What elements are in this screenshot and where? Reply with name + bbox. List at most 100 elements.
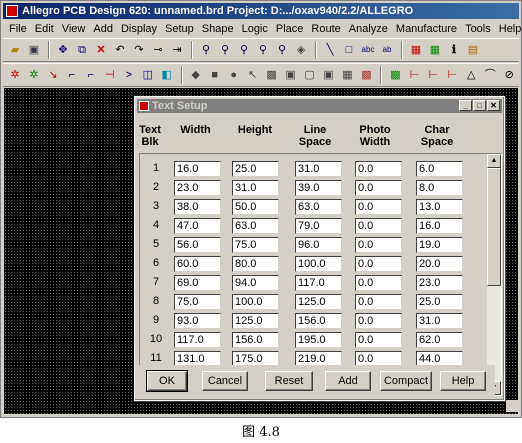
measure-icon[interactable]: ⊢ bbox=[424, 66, 442, 84]
zoom-in-icon[interactable]: ⚲ bbox=[235, 41, 253, 59]
color-icon[interactable]: ▦ bbox=[407, 41, 425, 59]
height-field[interactable]: 25.0 bbox=[232, 161, 279, 177]
shape-icon[interactable]: ◆ bbox=[187, 66, 205, 84]
menu-manufacture[interactable]: Manufacture bbox=[392, 23, 461, 35]
route-bend-icon[interactable]: ⌐ bbox=[82, 66, 100, 84]
line-space-field[interactable]: 31.0 bbox=[295, 161, 342, 177]
char-space-field[interactable]: 16.0 bbox=[416, 218, 463, 234]
height-field[interactable]: 100.0 bbox=[232, 294, 279, 310]
undo-icon[interactable]: ↶ bbox=[111, 41, 129, 59]
menu-add[interactable]: Add bbox=[89, 23, 117, 35]
photo-width-field[interactable]: 0.0 bbox=[355, 237, 402, 253]
menu-place[interactable]: Place bbox=[272, 23, 308, 35]
grid-vertical-scrollbar[interactable]: ▲ ▼ bbox=[487, 154, 501, 395]
photo-width-field[interactable]: 0.0 bbox=[355, 161, 402, 177]
open-icon[interactable]: ▰ bbox=[6, 41, 24, 59]
move-icon[interactable]: ✥ bbox=[54, 41, 72, 59]
zoom-window-icon[interactable]: ⚲ bbox=[197, 41, 215, 59]
ok-button[interactable]: OK bbox=[146, 370, 188, 392]
scroll-thumb[interactable] bbox=[487, 168, 501, 286]
line-space-field[interactable]: 39.0 bbox=[295, 180, 342, 196]
box-icon[interactable]: ▣ bbox=[320, 66, 338, 84]
matrix-icon[interactable]: ▦ bbox=[338, 66, 356, 84]
compact-button[interactable]: Compact bbox=[380, 371, 432, 391]
grid-icon[interactable]: ▩ bbox=[263, 66, 281, 84]
photo-width-field[interactable]: 0.0 bbox=[355, 199, 402, 215]
height-field[interactable]: 31.0 bbox=[232, 180, 279, 196]
pin-icon[interactable]: ⊸ bbox=[149, 41, 167, 59]
photo-width-field[interactable]: 0.0 bbox=[355, 218, 402, 234]
add-button[interactable]: Add bbox=[325, 371, 371, 391]
char-space-field[interactable]: 8.0 bbox=[416, 180, 463, 196]
char-space-field[interactable]: 23.0 bbox=[416, 275, 463, 291]
char-space-field[interactable]: 20.0 bbox=[416, 256, 463, 272]
circle-icon[interactable]: ● bbox=[225, 66, 243, 84]
3d-view-icon[interactable]: ◈ bbox=[292, 41, 310, 59]
route-line-icon[interactable]: ↘ bbox=[44, 66, 62, 84]
square-icon[interactable]: ▢ bbox=[301, 66, 319, 84]
layers-icon[interactable]: ▦ bbox=[426, 41, 444, 59]
photo-width-field[interactable]: 0.0 bbox=[355, 332, 402, 348]
photo-width-field[interactable]: 0.0 bbox=[355, 256, 402, 272]
height-field[interactable]: 50.0 bbox=[232, 199, 279, 215]
line-space-field[interactable]: 195.0 bbox=[295, 332, 342, 348]
save-icon[interactable]: ▣ bbox=[25, 41, 43, 59]
dimension-icon[interactable]: ⊢ bbox=[405, 66, 423, 84]
char-space-field[interactable]: 19.0 bbox=[416, 237, 463, 253]
route-spread-icon[interactable]: ⊣ bbox=[101, 66, 119, 84]
width-field[interactable]: 47.0 bbox=[174, 218, 221, 234]
char-space-field[interactable]: 62.0 bbox=[416, 332, 463, 348]
shape-fill-icon[interactable]: ■ bbox=[206, 66, 224, 84]
line-space-field[interactable]: 96.0 bbox=[295, 237, 342, 253]
char-space-field[interactable]: 25.0 bbox=[416, 294, 463, 310]
pattern-icon[interactable]: ▩ bbox=[357, 66, 375, 84]
curve-icon[interactable]: ⌒ bbox=[481, 66, 499, 84]
width-field[interactable]: 16.0 bbox=[174, 161, 221, 177]
photo-width-field[interactable]: 0.0 bbox=[355, 294, 402, 310]
cancel-button[interactable]: Cancel bbox=[202, 371, 248, 391]
width-field[interactable]: 56.0 bbox=[174, 237, 221, 253]
height-field[interactable]: 156.0 bbox=[232, 332, 279, 348]
menu-view[interactable]: View bbox=[58, 23, 90, 35]
slide-icon[interactable]: ✲ bbox=[25, 66, 43, 84]
dim-angle-icon[interactable]: ⊢ bbox=[443, 66, 461, 84]
zoom-out-icon[interactable]: ⚲ bbox=[254, 41, 272, 59]
width-field[interactable]: 75.0 bbox=[174, 294, 221, 310]
menu-file[interactable]: File bbox=[5, 23, 31, 35]
report-icon[interactable]: ▤ bbox=[464, 41, 482, 59]
menu-shape[interactable]: Shape bbox=[198, 23, 238, 35]
arrow-right-icon[interactable]: ⇥ bbox=[168, 41, 186, 59]
scroll-up-icon[interactable]: ▲ bbox=[487, 154, 501, 168]
width-field[interactable]: 69.0 bbox=[174, 275, 221, 291]
copy-icon[interactable]: ⧉ bbox=[73, 41, 91, 59]
height-field[interactable]: 75.0 bbox=[232, 237, 279, 253]
menu-edit[interactable]: Edit bbox=[31, 23, 58, 35]
zoom-previous-icon[interactable]: ⚲ bbox=[273, 41, 291, 59]
width-field[interactable]: 117.0 bbox=[174, 332, 221, 348]
via-icon[interactable]: ◫ bbox=[139, 66, 157, 84]
photo-width-field[interactable]: 0.0 bbox=[355, 275, 402, 291]
width-field[interactable]: 23.0 bbox=[174, 180, 221, 196]
delete-icon[interactable]: ✕ bbox=[92, 41, 110, 59]
width-field[interactable]: 93.0 bbox=[174, 313, 221, 329]
triangle-icon[interactable]: △ bbox=[462, 66, 480, 84]
info-icon[interactable]: ℹ bbox=[445, 41, 463, 59]
char-space-field[interactable]: 6.0 bbox=[416, 161, 463, 177]
line-space-field[interactable]: 125.0 bbox=[295, 294, 342, 310]
maximize-icon[interactable]: □ bbox=[473, 100, 486, 111]
char-space-field[interactable]: 31.0 bbox=[416, 313, 463, 329]
char-space-field[interactable]: 13.0 bbox=[416, 199, 463, 215]
no-entry-icon[interactable]: ⊘ bbox=[500, 66, 518, 84]
drc-icon[interactable]: ▩ bbox=[386, 66, 404, 84]
edit-text-icon[interactable]: ab bbox=[378, 41, 396, 59]
menu-help[interactable]: Help bbox=[495, 23, 522, 35]
route-chevron-icon[interactable]: > bbox=[120, 66, 138, 84]
menu-tools[interactable]: Tools bbox=[461, 23, 495, 35]
zoom-fit-icon[interactable]: ⚲ bbox=[216, 41, 234, 59]
photo-width-field[interactable]: 0.0 bbox=[355, 180, 402, 196]
height-field[interactable]: 80.0 bbox=[232, 256, 279, 272]
menu-setup[interactable]: Setup bbox=[161, 23, 198, 35]
frame-icon[interactable]: ▣ bbox=[282, 66, 300, 84]
fanout-icon[interactable]: ◧ bbox=[158, 66, 176, 84]
width-field[interactable]: 60.0 bbox=[174, 256, 221, 272]
